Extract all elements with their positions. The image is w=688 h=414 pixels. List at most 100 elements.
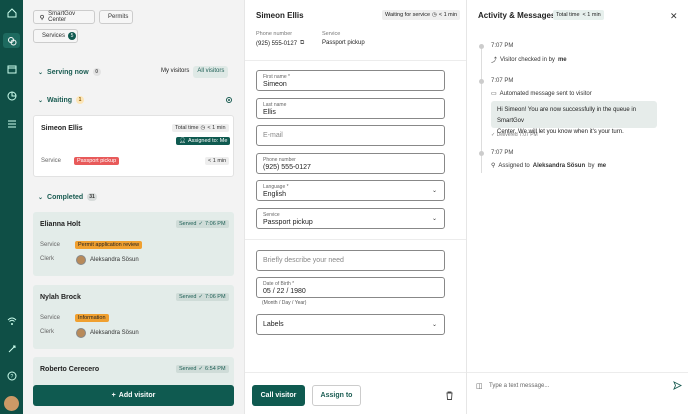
send-icon[interactable] [673, 381, 682, 390]
first-name-label: First name * [263, 74, 290, 80]
timeline-dot [479, 44, 484, 49]
copy-icon[interactable]: ⧉ [300, 40, 304, 47]
waiting-status-time: < 1 min [438, 12, 458, 18]
serving-now-count: 0 [92, 68, 101, 76]
visitor-list-panel: SmartGov Center Permits Services 5 ⌄ Ser… [23, 0, 244, 414]
visitor-name: Roberto Cerecero [40, 366, 100, 373]
total-time-label: Total time [175, 125, 199, 131]
check-circle-icon: ✓ [198, 221, 204, 227]
completed-visitor-card[interactable]: Nylah Brock Served ✓ 7:06 PM Service Inf… [33, 285, 234, 349]
email-field[interactable]: E-mail [256, 125, 445, 146]
user-avatar[interactable] [4, 396, 19, 411]
close-icon[interactable]: ✕ [670, 11, 678, 22]
completed-visitor-card[interactable]: Elianna Holt Served ✓ 7:06 PM Service Pe… [33, 212, 234, 276]
completed-section[interactable]: ⌄ Completed 31 [38, 193, 97, 201]
visitor-name: Simeon Ellis [41, 125, 83, 132]
service-tag: Passport pickup [74, 157, 120, 165]
completed-visitor-card[interactable]: Roberto Cerecero Served ✓ 6:54 PM [33, 357, 234, 387]
add-visitor-button[interactable]: + Add visitor [33, 385, 234, 406]
call-visitor-button[interactable]: Call visitor [252, 385, 305, 406]
date-of-birth-field[interactable]: Date of Birth * 05 / 22 / 1980 [256, 277, 445, 298]
plus-icon: + [111, 392, 116, 399]
trash-icon[interactable] [445, 391, 454, 400]
email-placeholder: E-mail [263, 132, 283, 139]
last-name-label: Last name [263, 102, 287, 108]
delivered-text: Delivered 7:07 PM [496, 132, 538, 138]
location-filter-label: SmartGov Center [48, 11, 76, 23]
services-count-badge: 5 [68, 32, 77, 40]
chevron-down-icon: ⌄ [38, 69, 44, 76]
service-label: Service [41, 158, 62, 164]
clerk-label: Clerk [40, 256, 55, 262]
rocket-icon[interactable] [5, 342, 18, 355]
total-time-badge: Total time ◷ < 1 min [172, 124, 229, 132]
activity-total-time-value: < 1 min [582, 12, 601, 18]
visitor-detail-name: Simeon Ellis [256, 11, 304, 20]
wifi-icon[interactable] [5, 314, 18, 327]
settings-sliders-icon[interactable] [5, 117, 18, 130]
dob-label: Date of Birth * [263, 281, 295, 287]
category-filter-label: Permits [108, 14, 129, 20]
language-select[interactable]: Language * English ⌄ [256, 180, 445, 201]
labels-select[interactable]: Labels ⌄ [256, 314, 445, 335]
visitor-name: Nylah Brock [40, 294, 81, 301]
phone-summary-label: Phone number [256, 31, 293, 37]
clerk-name: Aleksandra Sösun [90, 257, 139, 263]
help-icon[interactable]: ? [5, 369, 18, 382]
clerk-label: Clerk [40, 329, 55, 335]
served-time: 7:06 PM [205, 221, 226, 227]
chevron-down-icon: ⌄ [431, 322, 437, 328]
last-name-value: Ellis [263, 109, 276, 116]
service-select[interactable]: Service Passport pickup ⌄ [256, 208, 445, 229]
svg-text:?: ? [10, 374, 13, 380]
event-text: Automated message sent to visitor [499, 90, 592, 97]
gear-icon[interactable] [225, 96, 233, 104]
served-time: 7:06 PM [205, 294, 226, 300]
chevron-down-icon: ⌄ [38, 97, 44, 104]
completed-count: 31 [87, 193, 97, 201]
divider [245, 60, 467, 61]
services-filter-label: Services [42, 33, 66, 39]
reports-icon[interactable] [5, 89, 18, 102]
need-description-field[interactable]: Briefly describe your need [256, 250, 445, 271]
waiting-label: Waiting [47, 96, 73, 104]
first-name-field[interactable]: First name * Simeon [256, 70, 445, 91]
my-visitors-tab[interactable]: My visitors [157, 66, 193, 78]
check-in-icon: ⤴ [491, 58, 498, 64]
category-filter-chip[interactable]: Permits [99, 10, 133, 24]
home-icon[interactable] [5, 6, 18, 19]
service-field-label: Service [263, 212, 280, 218]
service-summary-value: Passport pickup [322, 40, 365, 46]
chevron-down-icon: ⌄ [38, 194, 44, 201]
services-filter-chip[interactable]: Services 5 [33, 29, 78, 43]
completed-label: Completed [47, 193, 84, 201]
visitor-detail-panel: Simeon Ellis Waiting for service ◷ < 1 m… [244, 0, 467, 414]
event-auto-message: ▭ Automated message sent to visitor [491, 90, 592, 98]
assigned-label: Assigned to: Me [187, 138, 228, 144]
phone-summary: Phone number (925) 555-0127 ⧉ [256, 31, 304, 47]
location-filter-chip[interactable]: SmartGov Center [33, 10, 95, 24]
last-name-field[interactable]: Last name Ellis [256, 98, 445, 119]
waiting-visitor-card[interactable]: Simeon Ellis Total time ◷ < 1 min 👤︎ Ass… [33, 115, 234, 177]
message-icon: ▭ [491, 91, 497, 97]
calendar-icon[interactable] [5, 62, 18, 75]
service-label: Service [40, 315, 61, 321]
phone-field-label: Phone number [263, 157, 296, 163]
service-tag: Permit application review [75, 241, 143, 249]
serving-now-section[interactable]: ⌄ Serving now 0 [38, 68, 101, 76]
message-input[interactable]: Type a text message... [489, 383, 549, 389]
activity-total-time-label: Total time [556, 12, 580, 18]
total-time-value: < 1 min [207, 125, 226, 131]
service-summary: Service Passport pickup [322, 31, 365, 46]
event-by: by [588, 162, 595, 169]
assign-to-button[interactable]: Assign to [312, 385, 361, 406]
event-actor: me [557, 56, 567, 63]
delivered-status: ✓ Delivered 7:07 PM [491, 132, 538, 138]
clock-icon: ◷ [200, 125, 206, 131]
labels-placeholder: Labels [263, 321, 284, 328]
phone-field[interactable]: Phone number (925) 555-0127 [256, 153, 445, 174]
served-badge: Served ✓ 7:06 PM [176, 293, 229, 301]
all-visitors-tab[interactable]: All visitors [193, 66, 229, 78]
waiting-section[interactable]: ⌄ Waiting 1 [38, 96, 85, 104]
queue-icon[interactable] [3, 33, 20, 48]
